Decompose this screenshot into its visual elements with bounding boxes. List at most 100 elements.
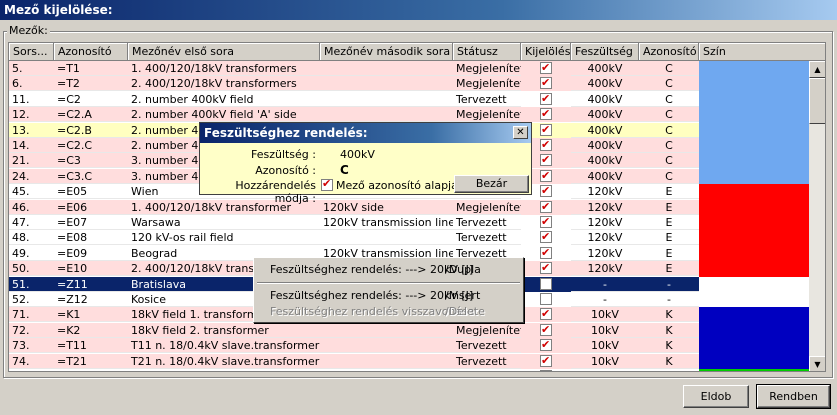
cell-voltage: 10kV bbox=[571, 338, 639, 354]
column-header-name1[interactable]: Mezőnév első sora bbox=[128, 43, 320, 61]
cell-n: 73. bbox=[9, 338, 54, 354]
menu-item-shortcut: /Insert bbox=[445, 289, 481, 302]
cell-id: =C2.A bbox=[54, 107, 128, 123]
fields-group-label: Mezők: bbox=[7, 24, 50, 37]
selection-checkbox[interactable] bbox=[540, 152, 552, 167]
cell-name2 bbox=[320, 92, 453, 107]
selection-checkbox[interactable] bbox=[540, 75, 552, 90]
selection-checkbox[interactable] bbox=[540, 368, 552, 371]
menu-item-shortcut: /Delete bbox=[445, 305, 485, 318]
cell-n: 72. bbox=[9, 323, 54, 338]
cell-n: 52. bbox=[9, 292, 54, 307]
table-row[interactable]: 73. =T11 T11 n. 18/0.4kV slave.transformer… bbox=[9, 337, 699, 354]
cell-voltage: 400kV bbox=[571, 169, 639, 184]
selection-checkbox[interactable] bbox=[540, 322, 552, 337]
cell-n: 13. bbox=[9, 123, 54, 138]
cell-name1: 120 kV-os rail field bbox=[128, 230, 320, 246]
cell-n: 51. bbox=[9, 277, 54, 292]
color-swatch[interactable] bbox=[699, 307, 809, 369]
column-header-status[interactable]: Státusz bbox=[453, 43, 521, 61]
selection-checkbox[interactable] bbox=[540, 245, 552, 260]
selection-checkbox[interactable] bbox=[540, 91, 552, 106]
close-icon[interactable]: ✕ bbox=[513, 126, 528, 139]
selection-checkbox[interactable] bbox=[540, 106, 552, 121]
table-row[interactable]: 100.=W-EGoose messages Tervezett 20kVJ bbox=[9, 368, 699, 371]
column-header-azonosito[interactable]: Azonosító bbox=[54, 43, 128, 61]
cell-voltage: 120kV bbox=[571, 230, 639, 246]
selection-checkbox[interactable] bbox=[540, 293, 552, 305]
window-title: Mező kijelölése: bbox=[0, 0, 837, 20]
cell-voltage: 120kV bbox=[571, 215, 639, 230]
id-label: Azonosító : bbox=[255, 164, 316, 177]
cell-name1: T11 n. 18/0.4kV slave.transformer bbox=[128, 338, 320, 354]
table-row[interactable]: 47. =E07 Warsawa 120kV transmission line Ter… bbox=[9, 214, 699, 230]
scroll-thumb[interactable] bbox=[809, 78, 825, 124]
cell-id: =E08 bbox=[54, 230, 128, 246]
menu-item-label: Feszültséghez rendelés: ---> 20kV [J] bbox=[270, 263, 474, 276]
selection-checkbox[interactable] bbox=[540, 183, 552, 198]
close-dialog-button[interactable]: Bezár bbox=[454, 175, 529, 193]
scroll-up-icon[interactable]: ▲ bbox=[809, 61, 825, 78]
selection-checkbox[interactable] bbox=[540, 122, 552, 137]
selection-checkbox[interactable] bbox=[540, 214, 552, 229]
vertical-scrollbar[interactable]: ▲ ▼ bbox=[809, 61, 825, 371]
cell-name2 bbox=[320, 369, 453, 371]
menu-item-unassign-delete[interactable]: Feszültséghez rendelés visszavonása: /De… bbox=[254, 304, 523, 320]
cell-id: =T2 bbox=[54, 76, 128, 92]
cell-id: =E05 bbox=[54, 184, 128, 200]
cell-voltage: 120kV bbox=[571, 246, 639, 261]
table-row[interactable]: 48.=E08120 kV-os rail field Tervezett 120k… bbox=[9, 229, 699, 246]
cell-code: C bbox=[639, 61, 699, 76]
cell-name2 bbox=[320, 230, 453, 246]
cell-status: Tervezett bbox=[453, 369, 521, 371]
selection-checkbox[interactable] bbox=[540, 168, 552, 183]
cell-n: 6. bbox=[9, 76, 54, 92]
color-swatch[interactable] bbox=[699, 184, 809, 277]
selection-checkbox[interactable] bbox=[540, 353, 552, 368]
selection-checkbox[interactable] bbox=[540, 61, 552, 75]
color-swatch[interactable] bbox=[699, 369, 809, 371]
cell-code: E bbox=[639, 184, 699, 200]
cell-code: C bbox=[639, 76, 699, 92]
selection-checkbox[interactable] bbox=[540, 137, 552, 152]
selection-checkbox[interactable] bbox=[540, 229, 552, 244]
table-row[interactable]: 12. =C2.A 2. number 400kV field 'A' side Me… bbox=[9, 106, 699, 123]
selection-checkbox[interactable] bbox=[540, 260, 552, 275]
cell-code: K bbox=[639, 354, 699, 369]
cell-id: =T1 bbox=[54, 61, 128, 76]
column-header-voltage[interactable]: Feszültség bbox=[571, 43, 639, 61]
cell-name2 bbox=[320, 107, 453, 123]
column-header-name2[interactable]: Mezőnév második sora bbox=[320, 43, 453, 61]
cell-voltage: - bbox=[571, 292, 639, 307]
column-header-code[interactable]: Azonosító bbox=[639, 43, 699, 61]
column-header-selection[interactable]: Kijelölés bbox=[521, 43, 571, 61]
cell-n: 47. bbox=[9, 215, 54, 230]
cell-id: =E06 bbox=[54, 200, 128, 215]
selection-checkbox[interactable] bbox=[540, 337, 552, 352]
cell-name1: Warsawa bbox=[128, 215, 320, 230]
scroll-down-icon[interactable]: ▼ bbox=[809, 356, 825, 371]
cell-name1: Goose messages bbox=[128, 369, 320, 371]
cell-name1: 18kV field 2. transformer bbox=[128, 323, 320, 338]
table-row[interactable]: 6. =T2 2. 400/120/18kV transformers Megjele… bbox=[9, 75, 699, 92]
menu-item-assign-insert[interactable]: Feszültséghez rendelés: ---> 20kV [J] /I… bbox=[254, 288, 523, 304]
rendben-button[interactable]: Rendben bbox=[756, 384, 831, 409]
cell-status: Tervezett bbox=[453, 215, 521, 230]
color-swatch[interactable] bbox=[699, 61, 809, 185]
voltage-assign-dialog: Feszültséghez rendelés: ✕ Feszültség : 4… bbox=[199, 122, 532, 205]
selection-checkbox[interactable] bbox=[540, 277, 552, 290]
table-row[interactable]: 5. =T1 1. 400/120/18kV transformers Megjele… bbox=[9, 61, 699, 76]
cell-status: Tervezett bbox=[453, 92, 521, 107]
table-row[interactable]: 46. =E06 1. 400/120/18kV transformer 120kV … bbox=[9, 199, 699, 215]
column-header-color[interactable]: Szín bbox=[699, 43, 825, 61]
table-row[interactable]: 11.=C22. number 400kV field Tervezett 400k… bbox=[9, 91, 699, 107]
table-row[interactable]: 74. =T21 T21 n. 18/0.4kV slave.transformer… bbox=[9, 353, 699, 369]
selection-checkbox[interactable] bbox=[540, 199, 552, 214]
mode-checkbox[interactable] bbox=[321, 177, 333, 191]
column-header-sors[interactable]: Sors... bbox=[9, 43, 54, 61]
eldob-button[interactable]: Eldob bbox=[683, 385, 749, 408]
color-swatch[interactable] bbox=[699, 276, 809, 308]
menu-item-assign-dupla[interactable]: Feszültséghez rendelés: ---> 20kV [J] /D… bbox=[254, 262, 523, 278]
table-row[interactable]: 72. =K2 18kV field 2. transformer Megjelení… bbox=[9, 322, 699, 338]
selection-checkbox[interactable] bbox=[540, 306, 552, 321]
